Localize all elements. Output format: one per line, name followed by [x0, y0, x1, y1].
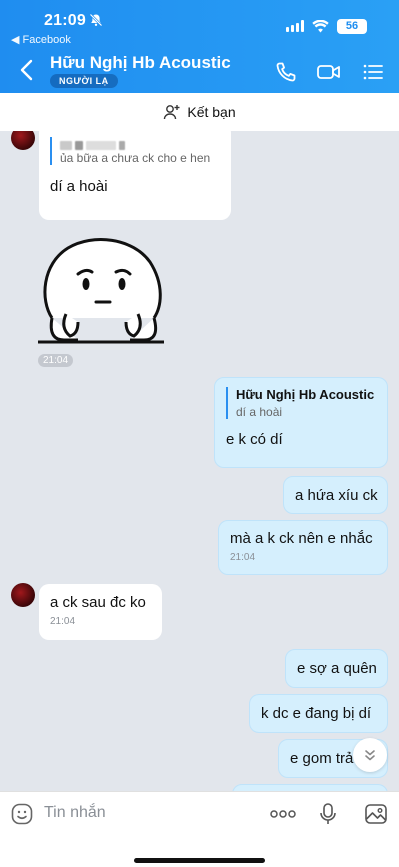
message-bubble-outgoing[interactable]: mà a k ck nên e nhắc 21:04 — [218, 520, 388, 575]
message-bubble-outgoing[interactable] — [232, 784, 388, 791]
avatar[interactable] — [11, 131, 35, 150]
message-text: e k có dí — [226, 431, 283, 448]
message-bubble-incoming[interactable]: a ck sau đc ko 21:04 — [39, 584, 162, 640]
message-text: a hứa xíu ck — [295, 487, 378, 504]
back-to-app-link[interactable]: ◀ Facebook — [11, 33, 71, 46]
message-text: dí a hoài — [50, 178, 108, 195]
add-friend-bar[interactable]: Kết bạn — [0, 93, 399, 131]
message-bubble-outgoing[interactable]: a hứa xíu ck — [283, 476, 388, 514]
home-indicator — [134, 858, 265, 863]
add-person-icon — [164, 105, 180, 120]
status-indicators: 56 — [286, 18, 367, 34]
contact-name[interactable]: Hữu Nghị Hb Acoustic — [50, 53, 231, 73]
blurred-sender-name — [60, 137, 220, 150]
quoted-message: ủa bữa a chưa ck cho e hen — [50, 137, 220, 165]
message-bubble-incoming[interactable]: ủa bữa a chưa ck cho e hen dí a hoài — [39, 131, 231, 220]
add-friend-label: Kết bạn — [187, 104, 236, 120]
image-gallery-icon[interactable] — [364, 802, 388, 826]
chat-header: 21:09 ◀ Facebook 56 Hữu Nghị Hb Acoustic… — [0, 0, 399, 93]
message-bubble-outgoing[interactable]: Hữu Nghị Hb Acoustic dí a hoài e k có dí — [214, 377, 388, 468]
quoted-sender: Hữu Nghị Hb Acoustic — [236, 387, 375, 402]
message-timestamp: 21:04 — [50, 616, 76, 627]
sticker-thinking-face[interactable] — [38, 236, 166, 344]
message-composer: Tin nhắn — [0, 791, 399, 867]
wifi-icon — [312, 19, 329, 32]
message-bubble-outgoing[interactable]: k dc e đang bị dí — [249, 694, 388, 733]
message-timestamp: 21:04 — [230, 552, 256, 563]
more-options-icon[interactable] — [270, 802, 296, 826]
emoji-sticker-icon[interactable] — [10, 802, 34, 826]
quoted-text: ủa bữa a chưa ck cho e hen — [60, 151, 211, 165]
back-arrow-icon[interactable] — [16, 58, 38, 82]
cellular-signal-icon — [286, 20, 304, 32]
microphone-icon[interactable] — [316, 802, 340, 826]
scroll-to-bottom-button[interactable] — [353, 738, 387, 772]
message-text: a ck sau đc ko — [50, 594, 146, 611]
message-text: k dc e đang bị dí — [261, 705, 372, 722]
quoted-message: Hữu Nghị Hb Acoustic dí a hoài — [226, 387, 376, 419]
stranger-badge: NGƯỜI LẠ — [50, 74, 118, 88]
battery-indicator: 56 — [337, 18, 367, 34]
message-list[interactable]: ủa bữa a chưa ck cho e hen dí a hoài 21:… — [0, 131, 399, 791]
message-bubble-outgoing[interactable]: e sợ a quên — [285, 649, 388, 688]
quoted-text: dí a hoài — [236, 405, 283, 419]
double-chevron-down-icon — [365, 750, 375, 761]
menu-list-icon[interactable] — [361, 60, 385, 84]
bell-muted-icon — [89, 13, 103, 27]
avatar[interactable] — [11, 583, 35, 607]
message-input[interactable]: Tin nhắn — [44, 804, 106, 822]
phone-call-icon[interactable] — [274, 60, 298, 84]
message-text: e sợ a quên — [297, 660, 377, 677]
video-call-icon[interactable] — [316, 60, 342, 84]
message-text: mà a k ck nên e nhắc — [230, 530, 373, 547]
status-time: 21:09 — [44, 12, 86, 29]
sticker-timestamp: 21:04 — [38, 354, 74, 367]
